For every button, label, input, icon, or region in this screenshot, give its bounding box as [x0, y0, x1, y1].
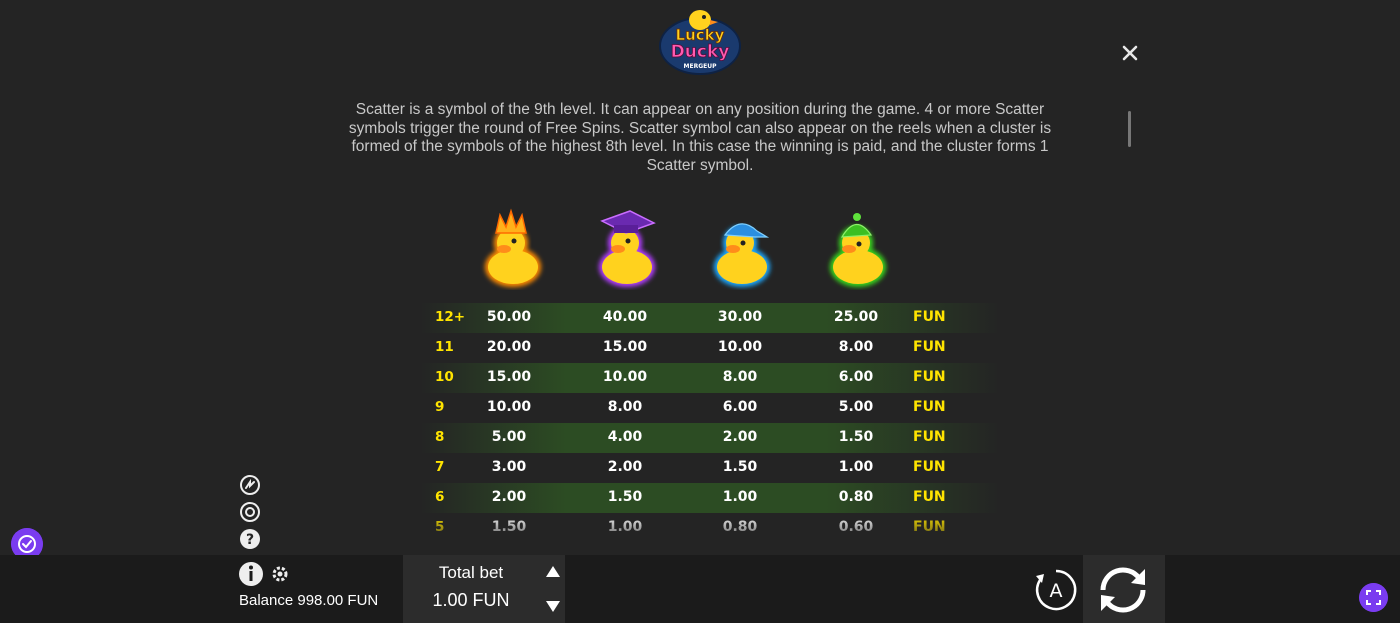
- paytable-row: 12+ 50.00 40.00 30.00 25.00 FUN: [420, 303, 1000, 333]
- paytable-row: 5 1.50 1.00 0.80 0.60 FUN: [420, 513, 1000, 543]
- autoplay-button[interactable]: A: [1032, 566, 1080, 614]
- payout-graduate: 15.00: [602, 339, 648, 355]
- paytable-row: 9 10.00 8.00 6.00 5.00 FUN: [420, 393, 1000, 423]
- payout-graduate: 2.00: [607, 459, 643, 475]
- paytable: 12+ 50.00 40.00 30.00 25.00 FUN 11 20.00…: [420, 303, 1000, 543]
- help-icon[interactable]: ?: [239, 528, 261, 550]
- payout-beanie: 5.00: [838, 399, 874, 415]
- currency-label: FUN: [913, 309, 946, 325]
- lucky-ducky-logo: Lucky Ducky MERGEUP: [659, 10, 741, 75]
- gear-icon[interactable]: [270, 564, 290, 584]
- payout-crown: 1.50: [491, 519, 527, 535]
- cluster-size: 12+: [435, 309, 466, 325]
- payout-crown: 15.00: [486, 369, 532, 385]
- payout-crown: 2.00: [491, 489, 527, 505]
- payout-graduate: 8.00: [607, 399, 643, 415]
- payout-beanie: 6.00: [838, 369, 874, 385]
- payout-beanie: 1.50: [838, 429, 874, 445]
- svg-text:MERGEUP: MERGEUP: [684, 63, 718, 70]
- close-icon[interactable]: [1117, 40, 1143, 66]
- spin-button[interactable]: [1093, 561, 1153, 619]
- paytable-row: 8 5.00 4.00 2.00 1.50 FUN: [420, 423, 1000, 453]
- svg-text:A: A: [1050, 580, 1063, 602]
- currency-label: FUN: [913, 489, 946, 505]
- payout-graduate: 4.00: [607, 429, 643, 445]
- scrollbar[interactable]: [1128, 111, 1131, 147]
- cluster-size: 9: [435, 399, 445, 415]
- payout-crown: 10.00: [486, 399, 532, 415]
- payout-cap: 2.00: [722, 429, 758, 445]
- payout-crown: 3.00: [491, 459, 527, 475]
- payout-crown: 50.00: [486, 309, 532, 325]
- currency-label: FUN: [913, 459, 946, 475]
- scatter-description: Scatter is a symbol of the 9th level. It…: [348, 101, 1052, 174]
- paytable-row: 6 2.00 1.50 1.00 0.80 FUN: [420, 483, 1000, 513]
- payout-crown: 5.00: [491, 429, 527, 445]
- payout-beanie: 0.60: [838, 519, 874, 535]
- bet-increase-icon[interactable]: [543, 563, 563, 581]
- payout-cap: 8.00: [722, 369, 758, 385]
- fullscreen-icon[interactable]: [1359, 583, 1388, 612]
- payout-cap: 0.80: [722, 519, 758, 535]
- payout-graduate: 40.00: [602, 309, 648, 325]
- payout-crown: 20.00: [486, 339, 532, 355]
- payout-cap: 6.00: [722, 399, 758, 415]
- info-icon[interactable]: [238, 561, 264, 587]
- payout-graduate: 10.00: [602, 369, 648, 385]
- bottom-bar: [0, 555, 1400, 623]
- currency-label: FUN: [913, 369, 946, 385]
- payout-cap: 30.00: [717, 309, 763, 325]
- payout-beanie: 0.80: [838, 489, 874, 505]
- cluster-size: 5: [435, 519, 445, 535]
- beanie-duck-icon: [830, 213, 886, 287]
- currency-label: FUN: [913, 399, 946, 415]
- paytable-row: 10 15.00 10.00 8.00 6.00 FUN: [420, 363, 1000, 393]
- cluster-size: 10: [435, 369, 454, 385]
- cap-duck-icon: [714, 223, 770, 287]
- cluster-size: 7: [435, 459, 445, 475]
- currency-label: FUN: [913, 519, 946, 535]
- cluster-size: 11: [435, 339, 454, 355]
- total-bet-value: 1.00 FUN: [432, 590, 510, 610]
- turbo-icon[interactable]: [239, 474, 261, 496]
- payout-graduate: 1.00: [607, 519, 643, 535]
- payout-cap: 1.00: [722, 489, 758, 505]
- paytable-row: 7 3.00 2.00 1.50 1.00 FUN: [420, 453, 1000, 483]
- cluster-size: 8: [435, 429, 445, 445]
- payout-graduate: 1.50: [607, 489, 643, 505]
- cluster-size: 6: [435, 489, 445, 505]
- total-bet-label: Total bet: [438, 563, 504, 582]
- payout-beanie: 1.00: [838, 459, 874, 475]
- svg-text:?: ?: [246, 532, 254, 548]
- payout-beanie: 8.00: [838, 339, 874, 355]
- paytable-row: 11 20.00 15.00 10.00 8.00 FUN: [420, 333, 1000, 363]
- svg-text:Ducky: Ducky: [671, 42, 730, 62]
- bet-decrease-icon[interactable]: [543, 597, 563, 615]
- autospin-target-icon[interactable]: [239, 501, 261, 523]
- currency-label: FUN: [913, 429, 946, 445]
- payout-beanie: 25.00: [833, 309, 879, 325]
- payout-cap: 1.50: [722, 459, 758, 475]
- crown-duck-icon: [485, 208, 541, 287]
- bet-panel: Total bet 1.00 FUN: [403, 555, 565, 623]
- currency-label: FUN: [913, 339, 946, 355]
- graduate-duck-icon: [599, 210, 656, 287]
- balance-label: Balance 998.00 FUN: [239, 592, 379, 609]
- payout-cap: 10.00: [717, 339, 763, 355]
